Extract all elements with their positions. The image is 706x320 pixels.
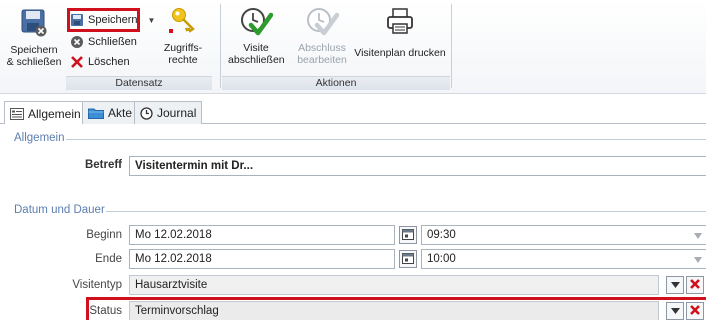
tab-bar: Allgemein Akte Journal [0, 101, 706, 125]
ribbon: Speichern & schließen Speichern ▼ Schlie… [0, 0, 706, 94]
start-calendar-button[interactable] [399, 226, 417, 244]
status-row-highlight [86, 297, 706, 320]
group-caption-aktionen: Aktionen [222, 76, 450, 90]
end-date-input[interactable]: Mo 12.02.2018 [129, 249, 395, 269]
subject-label: Betreff [84, 159, 122, 171]
chevron-down-icon [670, 279, 680, 291]
tab-journal-label: Journal [157, 106, 197, 120]
visit-type-input[interactable]: Hausarztvisite [129, 275, 659, 295]
tab-journal[interactable]: Journal [134, 101, 203, 124]
section-divider-general [66, 139, 706, 140]
start-time-dropdown-arrow-icon[interactable] [690, 228, 706, 244]
access-rights-label: Zugriffs-rechte [163, 42, 203, 66]
end-time-dropdown-arrow-icon[interactable] [690, 252, 706, 268]
clock-check-disabled-icon [292, 6, 352, 39]
group-aktionen: Visite abschließen Abschluss bearbeiten [222, 2, 450, 90]
end-label: Ende [95, 253, 122, 265]
visit-type-clear-button[interactable] [686, 276, 704, 294]
group-datensatz: Speichern & schließen Speichern ▼ Schlie… [4, 2, 216, 90]
tab-akte-label: Akte [108, 106, 133, 120]
ribbon-separator-end [451, 4, 452, 88]
group-caption-datensatz: Datensatz [66, 76, 212, 90]
clear-x-icon [690, 278, 700, 292]
tab-allgemein[interactable]: Allgemein [4, 101, 87, 125]
finish-visit-label: Visite abschließen [228, 42, 285, 66]
clock-check-icon [224, 6, 288, 39]
form-area: Allgemein Betreff Visitentermin mit Dr..… [0, 124, 706, 320]
end-calendar-button[interactable] [399, 250, 417, 268]
save-and-close-button[interactable]: Speichern & schließen [6, 8, 62, 68]
start-label: Beginn [86, 229, 122, 241]
calendar-icon [402, 228, 414, 243]
start-time-input[interactable]: 09:30 [421, 225, 706, 245]
print-visit-plan-label: Visitenplan drucken [354, 47, 446, 59]
delete-label: Löschen [88, 56, 130, 68]
access-rights-button[interactable]: Zugriffs-rechte [154, 6, 212, 66]
tab-akte[interactable]: Akte [82, 101, 139, 124]
tab-allgemein-label: Allgemein [28, 106, 81, 121]
key-icon [154, 6, 212, 39]
subject-input[interactable]: Visitentermin mit Dr... [129, 156, 706, 176]
delete-x-icon [70, 55, 84, 69]
section-divider-date [106, 211, 706, 212]
calendar-icon [402, 252, 414, 267]
section-title-general: Allgemein [14, 132, 65, 144]
save-button-highlight [67, 8, 140, 32]
close-label: Schließen [88, 36, 137, 48]
visit-type-label: Visitentyp [72, 279, 122, 291]
end-time-input[interactable]: 10:00 [421, 249, 706, 269]
delete-button[interactable]: Löschen [70, 53, 130, 71]
folder-icon [88, 107, 104, 119]
printer-icon [354, 6, 446, 39]
visit-type-dropdown-button[interactable] [666, 276, 684, 294]
ribbon-separator [220, 4, 221, 88]
save-close-label: Speichern & schließen [6, 44, 62, 68]
close-circle-icon [70, 35, 84, 49]
section-title-date: Datum und Dauer [14, 204, 105, 216]
print-visit-plan-button[interactable]: Visitenplan drucken [354, 6, 446, 59]
clock-icon [140, 106, 153, 120]
close-button[interactable]: Schließen [70, 33, 137, 51]
save-close-icon [6, 8, 62, 41]
start-date-input[interactable]: Mo 12.02.2018 [129, 225, 395, 245]
edit-completion-button[interactable]: Abschluss bearbeiten [292, 6, 352, 66]
edit-completion-label: Abschluss bearbeiten [297, 42, 347, 66]
form-icon [10, 107, 24, 120]
finish-visit-button[interactable]: Visite abschließen [224, 6, 288, 66]
